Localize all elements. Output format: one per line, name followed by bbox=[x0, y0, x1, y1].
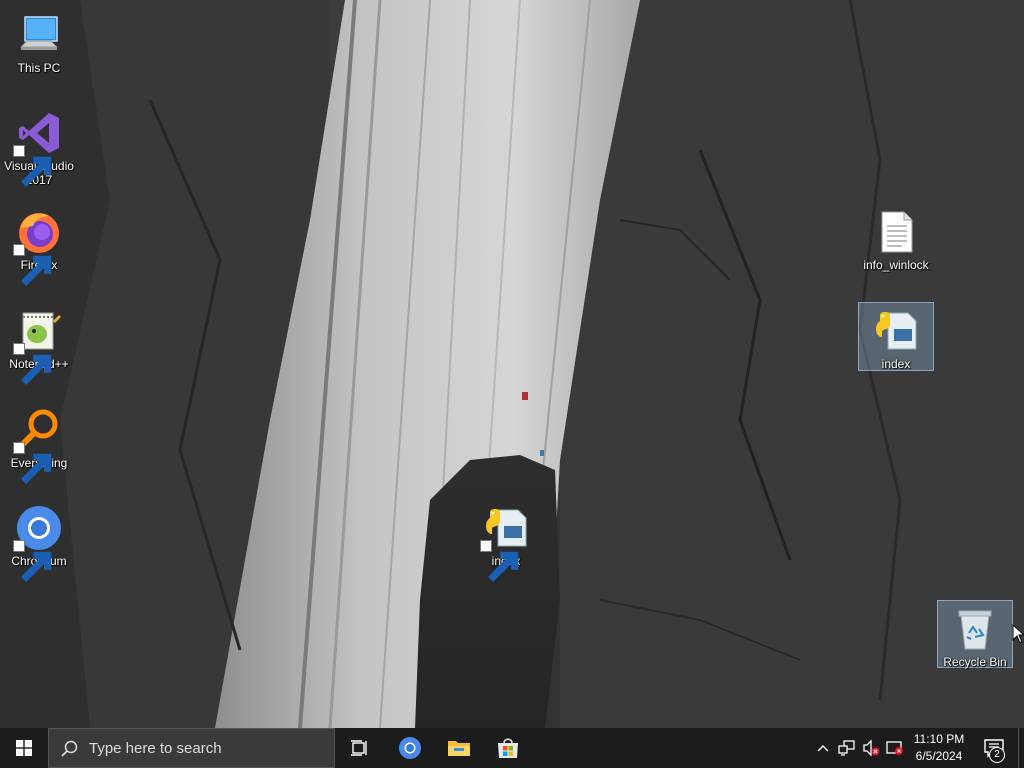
desktop-icon-visual-studio[interactable]: Visual Studio 2017 bbox=[1, 104, 77, 188]
mouse-cursor-icon bbox=[1012, 624, 1024, 644]
firefox-icon bbox=[13, 208, 63, 286]
desktop-icon-chromium[interactable]: Chromium bbox=[1, 499, 77, 582]
icon-label: Recycle Bin bbox=[943, 655, 1007, 669]
taskbar-chromium-button[interactable] bbox=[386, 728, 434, 768]
shortcut-arrow-icon bbox=[13, 343, 52, 385]
chevron-up-icon[interactable] bbox=[816, 739, 830, 757]
search-placeholder: Type here to search bbox=[89, 740, 222, 757]
python-file-icon bbox=[872, 307, 920, 355]
windows-logo-icon bbox=[16, 740, 32, 756]
icon-label: This PC bbox=[17, 61, 61, 75]
desktop-icon-index-python[interactable]: index bbox=[468, 499, 544, 582]
shortcut-arrow-icon bbox=[13, 244, 52, 286]
python-file-icon bbox=[480, 504, 530, 582]
start-button[interactable] bbox=[0, 728, 48, 768]
notification-count-badge: 2 bbox=[989, 747, 1005, 763]
chromium-icon bbox=[13, 504, 63, 582]
shortcut-arrow-icon bbox=[13, 540, 52, 582]
text-file-icon bbox=[872, 208, 920, 256]
recycle-bin-icon bbox=[951, 605, 999, 653]
chromium-icon bbox=[399, 737, 421, 759]
search-icon bbox=[61, 740, 78, 757]
shortcut-arrow-icon bbox=[13, 442, 52, 484]
network-icon[interactable] bbox=[838, 739, 856, 757]
this-pc-icon bbox=[15, 11, 63, 59]
shortcut-arrow-icon bbox=[13, 145, 52, 187]
security-center-icon[interactable] bbox=[886, 739, 904, 757]
show-desktop-button[interactable] bbox=[1018, 728, 1024, 768]
icon-label: index bbox=[881, 357, 911, 371]
task-view-button[interactable] bbox=[336, 728, 384, 768]
icon-label: info_winlock bbox=[863, 258, 929, 272]
taskbar-file-explorer-button[interactable] bbox=[435, 728, 483, 768]
everything-icon bbox=[13, 406, 63, 484]
store-icon bbox=[498, 738, 518, 758]
desktop-icon-index-python-selected[interactable]: index bbox=[858, 302, 934, 371]
visual-studio-icon bbox=[13, 109, 63, 187]
shortcut-arrow-icon bbox=[480, 540, 519, 582]
taskbar: Type here to search 11:10 PM 6/5/2024 2 bbox=[0, 728, 1024, 768]
desktop-icon-firefox[interactable]: Firefox bbox=[1, 203, 77, 286]
volume-muted-icon[interactable] bbox=[862, 739, 880, 757]
desktop-icon-everything[interactable]: Everything bbox=[1, 401, 77, 484]
taskbar-search-box[interactable]: Type here to search bbox=[48, 728, 335, 768]
taskbar-clock[interactable]: 11:10 PM 6/5/2024 bbox=[906, 731, 972, 765]
desktop-icon-this-pc[interactable]: This PC bbox=[1, 6, 77, 76]
desktop-icon-info-winlock[interactable]: info_winlock bbox=[858, 203, 934, 273]
taskbar-store-button[interactable] bbox=[484, 728, 532, 768]
clock-date: 6/5/2024 bbox=[915, 749, 963, 763]
desktop-icon-notepad-plus-plus[interactable]: Notepad++ bbox=[1, 302, 77, 385]
task-view-icon bbox=[351, 740, 367, 756]
notepad-plus-plus-icon bbox=[13, 307, 63, 385]
file-explorer-icon bbox=[448, 741, 470, 756]
clock-time: 11:10 PM bbox=[913, 732, 965, 746]
desktop-icon-recycle-bin[interactable]: Recycle Bin bbox=[937, 600, 1013, 669]
